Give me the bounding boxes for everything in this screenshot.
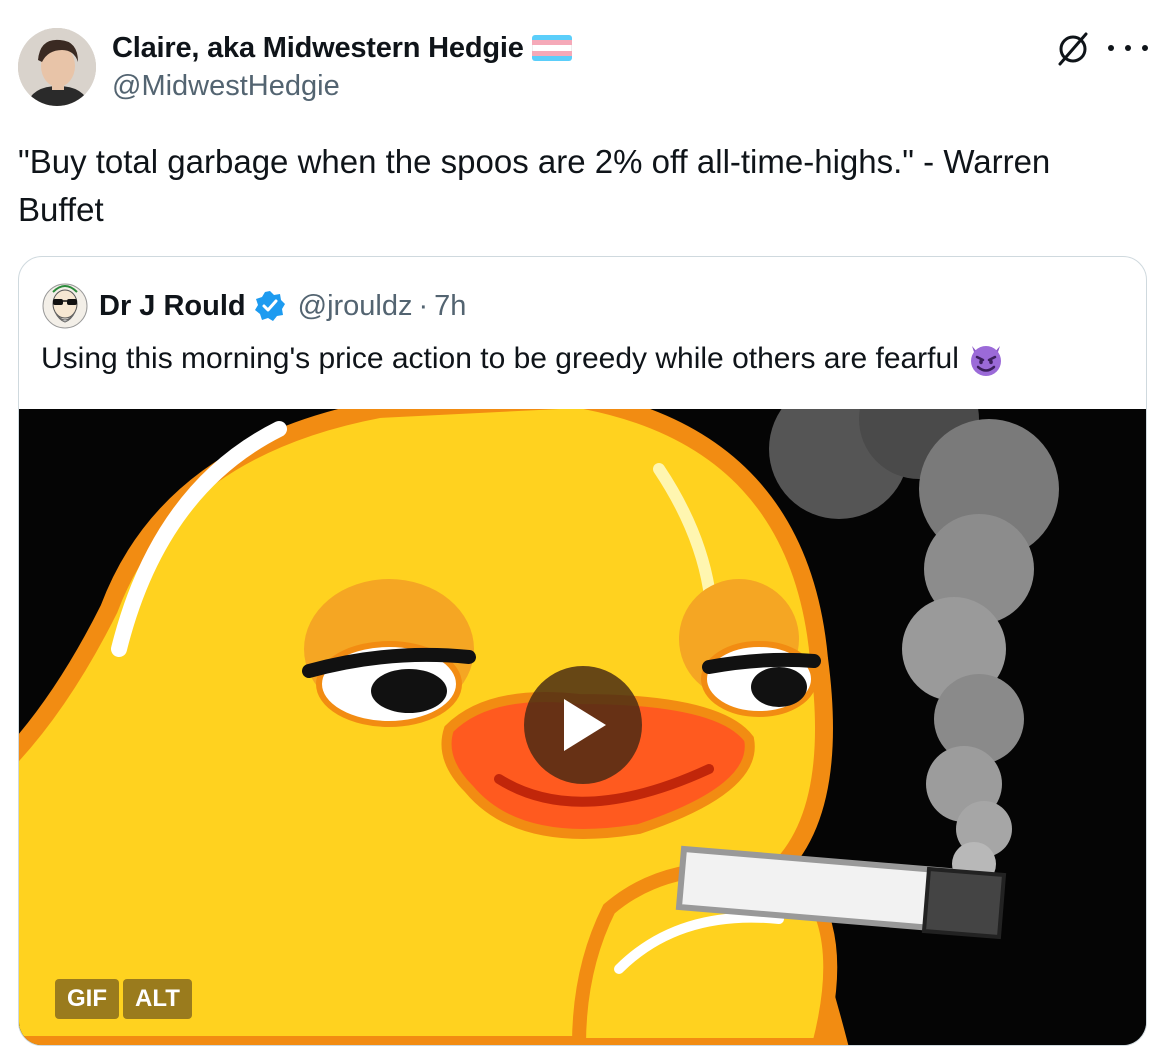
- media-badges: GIF ALT: [55, 979, 192, 1019]
- more-options-icon[interactable]: [1108, 36, 1148, 60]
- quoted-author-avatar[interactable]: [41, 282, 89, 330]
- header-separator: ·: [418, 289, 429, 322]
- author-avatar[interactable]: [18, 28, 96, 106]
- author-avatar-image: [18, 28, 96, 106]
- author-info: Claire, aka Midwestern Hedgie @MidwestHe…: [112, 30, 572, 103]
- trans-flag-icon: [531, 35, 572, 61]
- quoted-tweet-header: Dr J Rould @jrouldz · 7h: [41, 282, 466, 330]
- gif-media[interactable]: GIF ALT: [19, 409, 1146, 1045]
- author-name-row: Claire, aka Midwestern Hedgie: [112, 30, 572, 66]
- quoted-tweet-card[interactable]: Dr J Rould @jrouldz · 7h Using this morn…: [18, 256, 1147, 1046]
- quoted-author-display-name[interactable]: Dr J Rould: [99, 290, 246, 323]
- play-icon: [564, 699, 606, 751]
- author-handle[interactable]: @MidwestHedgie: [112, 70, 572, 103]
- smiling-devil-icon: [970, 346, 1001, 376]
- quoted-tweet-timestamp[interactable]: 7h: [434, 290, 466, 323]
- verified-badge-icon: [254, 291, 285, 321]
- quoted-tweet-text: Using this morning's price action to be …: [41, 342, 959, 375]
- author-display-name[interactable]: Claire, aka Midwestern Hedgie: [112, 32, 524, 65]
- tweet-text: "Buy total garbage when the spoos are 2%…: [18, 143, 1051, 228]
- quoted-author-avatar-image: [41, 282, 89, 330]
- alt-text-button[interactable]: ALT: [123, 979, 192, 1019]
- grok-icon[interactable]: [1054, 30, 1092, 68]
- quoted-author-handle[interactable]: @jrouldz: [298, 290, 413, 323]
- gif-badge: GIF: [55, 979, 119, 1019]
- quoted-tweet-text-row: Using this morning's price action to be …: [41, 337, 1005, 381]
- play-button[interactable]: [524, 666, 642, 784]
